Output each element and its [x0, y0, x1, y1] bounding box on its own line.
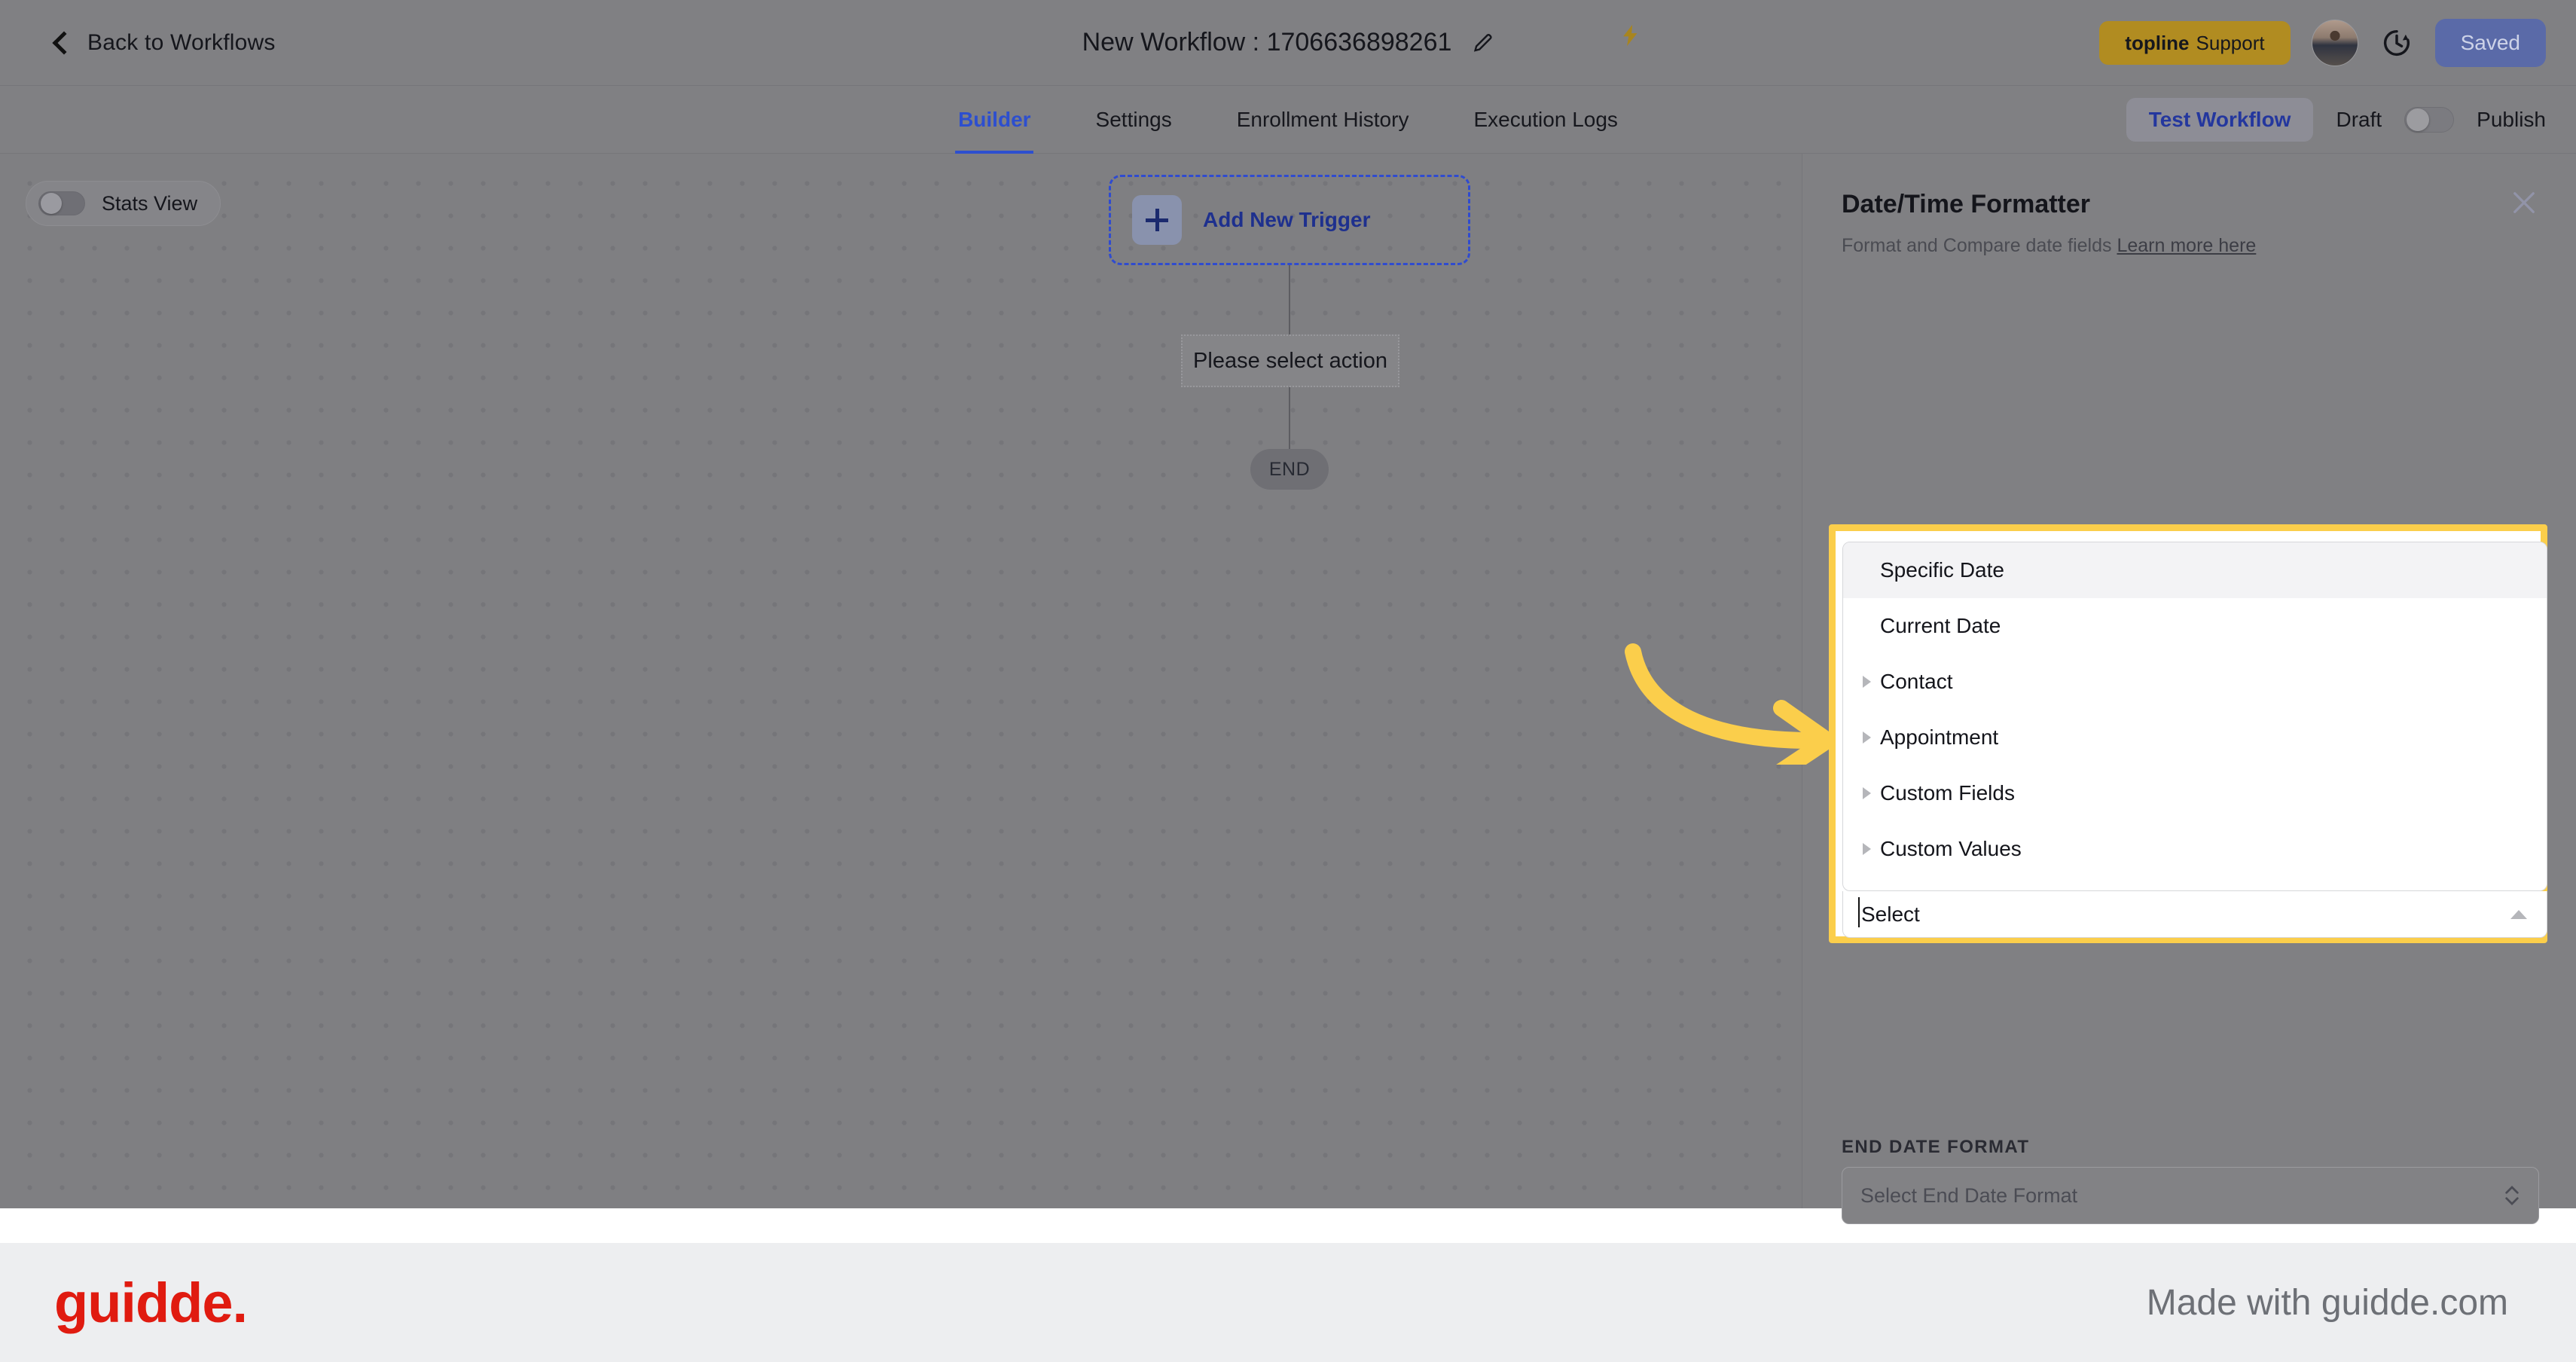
panel-subtitle: Format and Compare date fields Learn mor… — [1842, 235, 2256, 257]
end-date-format-value: Select End Date Format — [1860, 1183, 2078, 1207]
connector-line-top — [1289, 265, 1290, 334]
page-title: New Workflow : 1706636898261 — [1082, 28, 1452, 56]
tab-bar: Builder Settings Enrollment History Exec… — [955, 86, 1621, 154]
dropdown-option-label: Specific Date — [1880, 558, 2004, 582]
action-type-dropdown-highlight: Specific Date Current Date Contact Appoi… — [1829, 524, 2547, 943]
nav-bar-right-group: Test Workflow Draft Publish — [2126, 86, 2546, 154]
dropdown-option-specific-date[interactable]: Specific Date — [1843, 542, 2547, 598]
support-button-label: Support — [2196, 31, 2265, 54]
chevron-up-icon[interactable] — [2510, 909, 2527, 919]
nav-bar: Builder Settings Enrollment History Exec… — [0, 86, 2576, 154]
learn-more-link[interactable]: Learn more here — [2117, 235, 2256, 256]
add-new-trigger-label: Add New Trigger — [1203, 208, 1371, 231]
dropdown-option-appointment[interactable]: Appointment — [1843, 710, 2547, 765]
chevron-right-icon — [1863, 731, 1871, 744]
dropdown-option-label: Contact — [1880, 670, 1953, 693]
action-type-search-value: Select — [1858, 896, 1920, 927]
dropdown-option-label: Appointment — [1880, 725, 1999, 749]
action-type-search-input[interactable]: Select — [1842, 891, 2547, 938]
close-icon[interactable] — [2508, 187, 2540, 218]
back-to-workflows-label: Back to Workflows — [87, 29, 276, 55]
action-type-dropdown-list[interactable]: Specific Date Current Date Contact Appoi… — [1842, 542, 2547, 891]
end-node: END — [1250, 449, 1329, 490]
saved-button[interactable]: Saved — [2434, 18, 2546, 67]
publish-label: Publish — [2477, 108, 2546, 131]
guidde-footer: guidde. Made with guidde.com — [0, 1243, 2576, 1362]
chevron-left-icon — [50, 32, 72, 54]
end-date-format-label: END DATE FORMAT — [1842, 1137, 2030, 1157]
test-workflow-button[interactable]: Test Workflow — [2126, 98, 2314, 142]
plus-icon — [1132, 195, 1182, 245]
dropdown-option-label: Custom Fields — [1880, 781, 2015, 805]
workflow-canvas[interactable]: Stats View Add New Trigger Please select… — [0, 154, 1802, 1208]
guidde-logo: guidde. — [54, 1271, 248, 1334]
tab-enrollment-history[interactable]: Enrollment History — [1234, 86, 1412, 154]
publish-toggle-knob — [2407, 108, 2430, 131]
panel-subtitle-text: Format and Compare date fields — [1842, 235, 2112, 256]
back-to-workflows-button[interactable]: Back to Workflows — [50, 30, 276, 56]
pencil-icon[interactable] — [1471, 32, 1494, 54]
chevron-right-icon — [1863, 843, 1871, 855]
dropdown-option-label: Current Date — [1880, 614, 2001, 637]
connector-line-bottom — [1289, 387, 1290, 449]
dropdown-option-custom-fields[interactable]: Custom Fields — [1843, 765, 2547, 821]
dropdown-option-label: Custom Values — [1880, 837, 2022, 860]
tab-execution-logs[interactable]: Execution Logs — [1470, 86, 1620, 154]
select-action-label: Please select action — [1193, 348, 1387, 373]
chevron-right-icon — [1863, 787, 1871, 799]
workflow-flow: Add New Trigger Please select action END — [0, 154, 1802, 1208]
chevron-updown-icon — [2504, 1179, 2520, 1212]
select-action-node[interactable]: Please select action — [1181, 334, 1399, 387]
top-bar: Back to Workflows New Workflow : 1706636… — [0, 0, 2576, 86]
end-date-format-select[interactable]: Select End Date Format — [1842, 1167, 2539, 1224]
dropdown-option-custom-values[interactable]: Custom Values — [1843, 821, 2547, 877]
app-root: Back to Workflows New Workflow : 1706636… — [0, 0, 2576, 1362]
top-bar-right-group: topline Support Saved — [2099, 18, 2546, 67]
support-button-brand: topline — [2125, 31, 2190, 54]
avatar[interactable] — [2311, 19, 2358, 66]
publish-toggle[interactable] — [2404, 107, 2455, 133]
lightning-bolt-icon — [1618, 23, 1644, 48]
tab-settings[interactable]: Settings — [1093, 86, 1175, 154]
tab-builder[interactable]: Builder — [955, 86, 1033, 154]
support-button[interactable]: topline Support — [2099, 20, 2291, 65]
annotation-arrow — [1625, 643, 1836, 765]
add-new-trigger-button[interactable]: Add New Trigger — [1109, 175, 1470, 265]
dropdown-option-contact[interactable]: Contact — [1843, 654, 2547, 710]
end-node-label: END — [1268, 458, 1311, 480]
workflow-title-group: New Workflow : 1706636898261 — [1082, 28, 1494, 57]
chevron-right-icon — [1863, 676, 1871, 688]
dropdown-option-current-date[interactable]: Current Date — [1843, 598, 2547, 654]
draft-label: Draft — [2336, 108, 2382, 131]
made-with-guidde-label: Made with guidde.com — [2146, 1282, 2508, 1323]
panel-title: Date/Time Formatter — [1842, 190, 2091, 218]
clock-history-icon[interactable] — [2379, 26, 2414, 60]
